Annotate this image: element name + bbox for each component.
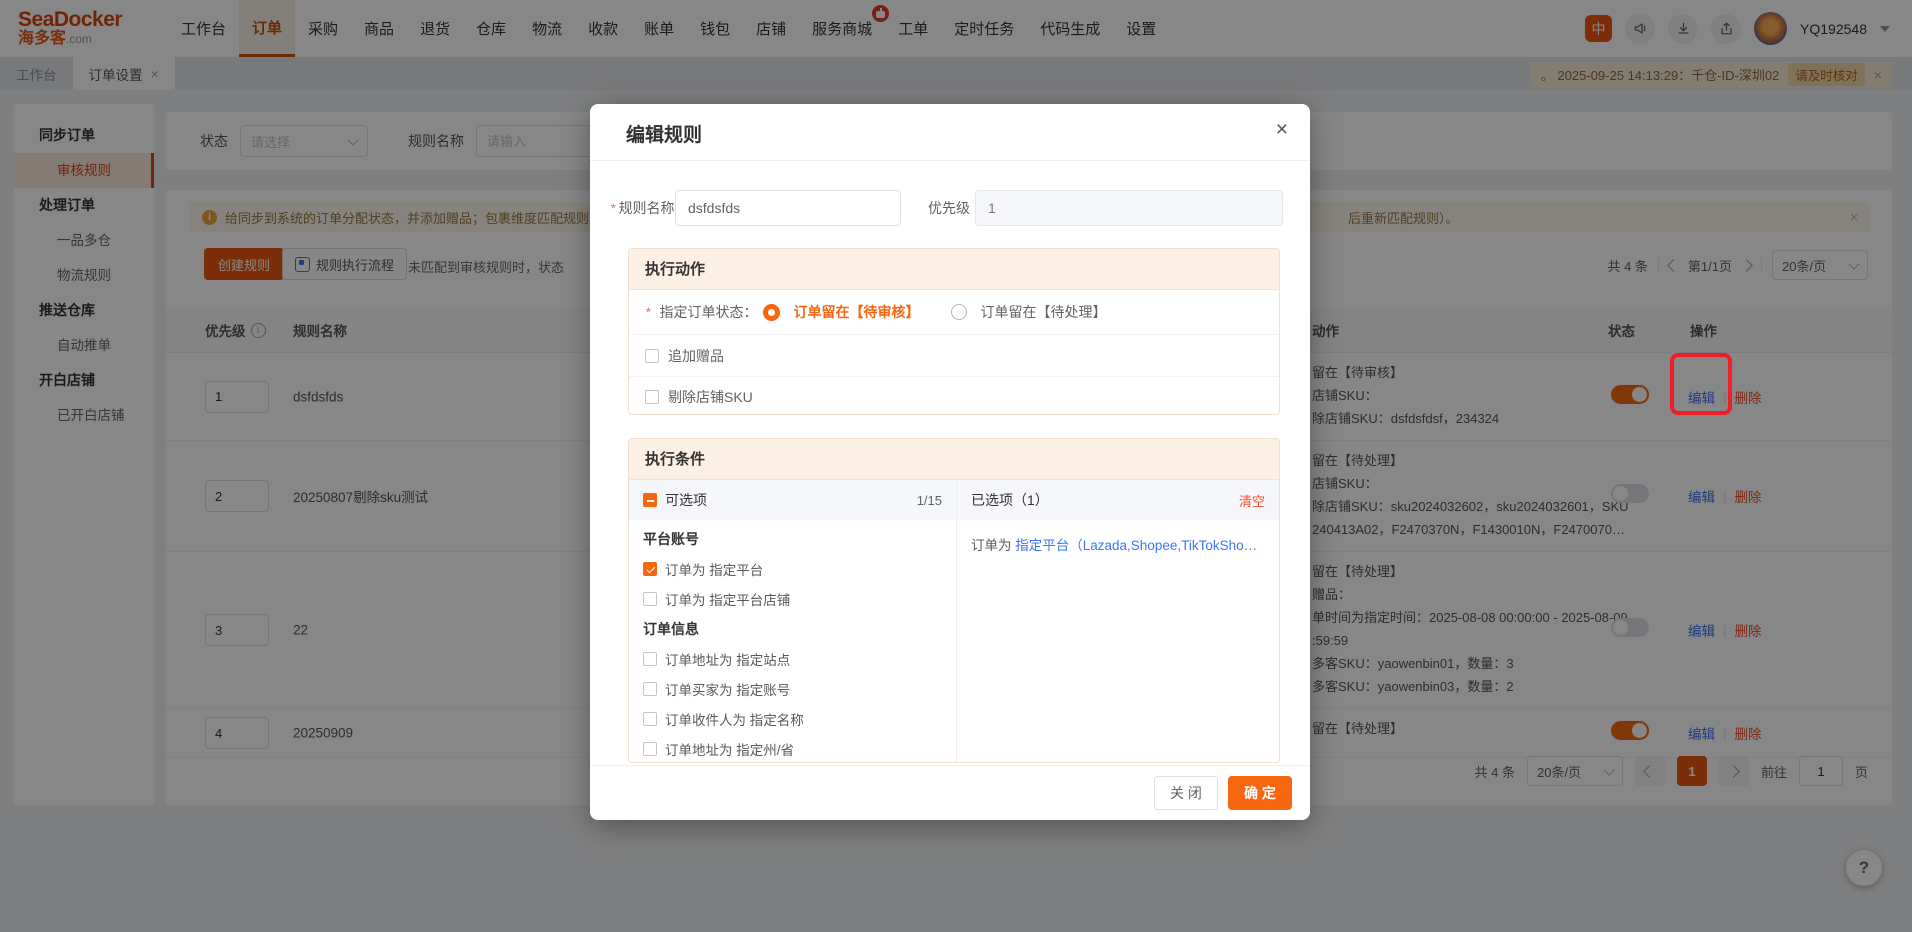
close-button[interactable]: 关 闭 <box>1154 776 1218 810</box>
clear-selection-link[interactable]: 清空 <box>1239 491 1265 510</box>
action-section: 执行动作 * 指定订单状态： 订单留在【待审核】 订单留在【待处理】 追加赠品 … <box>628 248 1280 415</box>
confirm-button[interactable]: 确 定 <box>1228 776 1292 810</box>
condition-option[interactable]: 订单地址为 指定站点 <box>643 644 942 674</box>
selected-options-panel: 已选项（1） 清空 订单为 指定平台（Lazada,Shopee,TikTokS… <box>957 480 1279 762</box>
modal-title: 编辑规则 <box>626 120 702 147</box>
selected-label: 已选项（1） <box>971 490 1049 510</box>
remove-sku-checkbox[interactable] <box>645 390 659 404</box>
condition-option-label: 订单买家为 指定账号 <box>665 679 790 699</box>
condition-option-label: 订单为 指定平台 <box>665 559 763 579</box>
condition-option-label: 订单地址为 指定站点 <box>665 649 790 669</box>
radio-pending-review-label[interactable]: 订单留在【待审核】 <box>793 302 919 322</box>
remove-sku-label[interactable]: 剔除店铺SKU <box>668 387 753 407</box>
rule-name-input[interactable] <box>675 190 901 226</box>
priority-input[interactable] <box>975 190 1283 226</box>
rule-name-row: *规则名称 优先级 <box>610 190 1283 226</box>
option-group-title: 订单信息 <box>643 614 942 644</box>
priority-label: 优先级 <box>928 198 970 218</box>
edit-rule-modal: 编辑规则 × *规则名称 优先级 执行动作 * 指定订单状态： 订单留在【待审核… <box>590 104 1310 820</box>
condition-option[interactable]: 订单为 指定平台店铺 <box>643 584 942 614</box>
rule-name-label: 规则名称 <box>618 200 674 216</box>
edit-highlight-annotation <box>1670 353 1732 415</box>
checkbox-icon[interactable] <box>643 682 657 696</box>
order-status-label: 指定订单状态： <box>659 302 757 322</box>
available-count: 1/15 <box>917 493 942 508</box>
checkbox-icon[interactable] <box>643 592 657 606</box>
available-options-panel: 可选项 1/15 平台账号订单为 指定平台订单为 指定平台店铺订单信息订单地址为… <box>629 480 957 762</box>
radio-selected-icon[interactable] <box>763 304 780 321</box>
modal-header: 编辑规则 × <box>590 104 1310 161</box>
add-gift-label[interactable]: 追加赠品 <box>668 346 724 366</box>
checkbox-icon[interactable] <box>643 742 657 756</box>
condition-option-label: 订单地址为 指定州/省 <box>665 739 794 759</box>
modal-close-icon[interactable]: × <box>1276 118 1288 142</box>
platform-link[interactable]: 指定平台（Lazada,Shopee,TikTokSho… <box>1015 538 1257 553</box>
condition-option[interactable]: 订单收件人为 指定名称 <box>643 704 942 734</box>
page: SeaDocker 海多客.com 工作台订单采购商品退货仓库物流收款账单钱包店… <box>0 0 1912 932</box>
modal-footer: 关 闭 确 定 <box>590 765 1310 821</box>
condition-option-label: 订单收件人为 指定名称 <box>665 709 804 729</box>
add-gift-checkbox[interactable] <box>645 349 659 363</box>
options-list: 平台账号订单为 指定平台订单为 指定平台店铺订单信息订单地址为 指定站点订单买家… <box>629 520 956 763</box>
radio-unselected-icon[interactable] <box>951 304 967 320</box>
condition-option[interactable]: 订单买家为 指定账号 <box>643 674 942 704</box>
radio-pending-process-label[interactable]: 订单留在【待处理】 <box>980 302 1106 322</box>
condition-section: 执行条件 可选项 1/15 平台账号订单为 指定平台订单为 指定平台店铺订单信息… <box>628 438 1280 763</box>
checkbox-checked-icon[interactable] <box>643 562 657 576</box>
select-all-checkbox[interactable] <box>643 493 657 507</box>
condition-option[interactable]: 订单地址为 指定州/省 <box>643 734 942 763</box>
available-label: 可选项 <box>665 490 707 510</box>
checkbox-icon[interactable] <box>643 712 657 726</box>
condition-option-label: 订单为 指定平台店铺 <box>665 589 790 609</box>
selected-item: 订单为 指定平台（Lazada,Shopee,TikTokSho… <box>957 520 1279 554</box>
checkbox-icon[interactable] <box>643 652 657 666</box>
option-group-title: 平台账号 <box>643 524 942 554</box>
condition-section-title: 执行条件 <box>629 439 1279 480</box>
required-mark: * <box>610 200 615 216</box>
condition-option[interactable]: 订单为 指定平台 <box>643 554 942 584</box>
action-section-title: 执行动作 <box>629 249 1279 290</box>
